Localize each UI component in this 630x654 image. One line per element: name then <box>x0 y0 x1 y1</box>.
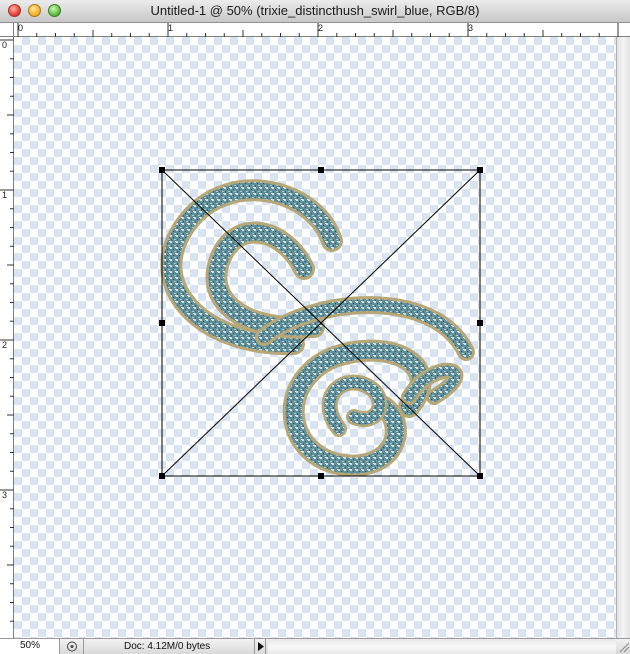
horizontal-ruler[interactable]: 0 1 2 3 <box>14 23 630 37</box>
swirl-layer[interactable] <box>14 37 616 638</box>
ruler-label-h-3: 3 <box>468 23 474 33</box>
ruler-label-h-2: 2 <box>318 23 324 33</box>
ruler-origin[interactable] <box>0 23 14 37</box>
handle-bottom-left[interactable] <box>159 473 165 479</box>
horizontal-scrollbar[interactable] <box>268 639 616 654</box>
preview-icon-glyph <box>67 641 77 652</box>
handle-bottom-center[interactable] <box>318 473 324 479</box>
triangle-right-icon[interactable] <box>254 639 266 654</box>
status-bar: 50% Doc: 4.12M/0 bytes <box>0 638 630 654</box>
handle-middle-left[interactable] <box>159 320 165 326</box>
handle-top-center[interactable] <box>318 167 324 173</box>
handle-bottom-right[interactable] <box>477 473 483 479</box>
photoshop-document-window: Untitled-1 @ 50% (trixie_distincthush_sw… <box>0 0 630 654</box>
zoom-level-field[interactable]: 50% <box>0 639 60 654</box>
window-title: Untitled-1 @ 50% (trixie_distincthush_sw… <box>150 3 480 18</box>
vertical-scrollbar[interactable] <box>616 37 630 638</box>
handle-top-left[interactable] <box>159 167 165 173</box>
handle-middle-right[interactable] <box>477 320 483 326</box>
ruler-label-v-3: 3 <box>2 490 8 500</box>
ruler-label-v-1: 1 <box>2 190 8 200</box>
ruler-label-v-0: 0 <box>2 40 8 50</box>
handle-top-right[interactable] <box>477 167 483 173</box>
preview-icon[interactable] <box>62 639 84 654</box>
resize-grip-glyph <box>619 642 630 653</box>
ruler-label-v-2: 2 <box>2 340 8 350</box>
document-canvas[interactable] <box>14 37 616 638</box>
resize-grip-icon[interactable] <box>616 639 630 654</box>
document-size-info: Doc: 4.12M/0 bytes <box>124 641 211 652</box>
vertical-ruler[interactable]: 0 1 2 3 <box>0 37 14 638</box>
vertical-ruler-ticks <box>0 39 14 622</box>
title-bar[interactable]: Untitled-1 @ 50% (trixie_distincthush_sw… <box>0 0 630 23</box>
triangle-right-glyph <box>258 642 264 651</box>
ruler-label-h-0: 0 <box>18 23 24 33</box>
ruler-label-h-1: 1 <box>168 23 174 33</box>
